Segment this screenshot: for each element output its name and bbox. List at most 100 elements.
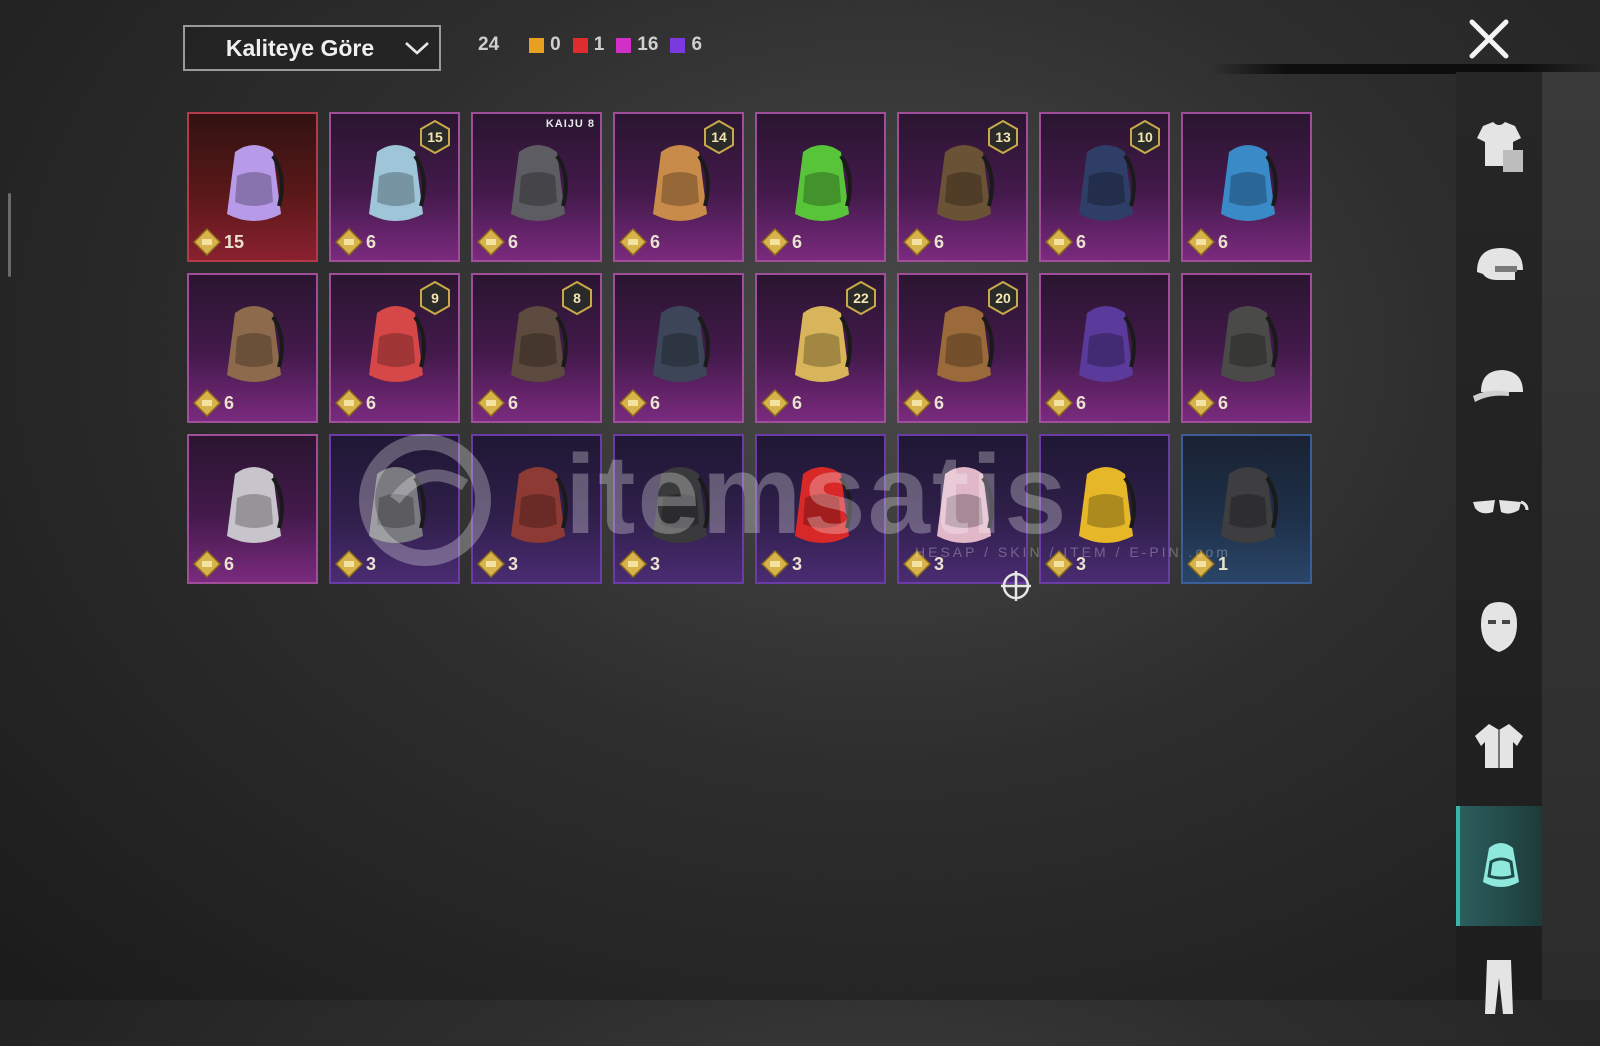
gold-diamond-icon xyxy=(761,228,789,256)
backpack-item-card[interactable]: 6 xyxy=(613,273,744,423)
item-price: 6 xyxy=(761,228,802,256)
rarity-count-value: 16 xyxy=(637,34,659,55)
backpack-grid: 15 15 6 KAIJU 8 6 14 6 6 13 6 10 6 6 6 9 6 8 6 6 22 6 20 6 6 6 6 3… xyxy=(187,112,1312,584)
backpack-item-card[interactable]: 10 6 xyxy=(1039,112,1170,262)
backpack-image-icon xyxy=(227,306,284,382)
helmet-icon xyxy=(1477,248,1523,280)
gold-diamond-icon xyxy=(1187,389,1215,417)
backpack-item-card[interactable]: 15 6 xyxy=(329,112,460,262)
backpack-image-icon xyxy=(1221,145,1278,221)
rarity-counts: 24 0 1 16 6 xyxy=(478,34,714,56)
category-jacket[interactable] xyxy=(1456,686,1542,806)
close-button[interactable] xyxy=(1466,16,1512,62)
backpack-item-card[interactable]: 14 6 xyxy=(613,112,744,262)
backpack-item-card[interactable]: 13 6 xyxy=(897,112,1028,262)
category-pants[interactable] xyxy=(1456,926,1542,1046)
backpack-item-card[interactable]: KAIJU 8 6 xyxy=(471,112,602,262)
item-price-value: 6 xyxy=(1076,231,1087,252)
backpack-image-icon xyxy=(1221,467,1278,543)
item-price: 6 xyxy=(193,389,234,417)
item-price: 6 xyxy=(1187,228,1228,256)
backpack-item-card[interactable]: 96 xyxy=(329,273,460,423)
gold-diamond-icon xyxy=(335,389,363,417)
item-price: 6 xyxy=(903,228,944,256)
right-panel-edge xyxy=(1542,72,1600,1000)
rarity-swatch xyxy=(670,37,686,53)
item-price-value: 6 xyxy=(1218,392,1229,413)
jacket-icon xyxy=(1475,724,1523,768)
item-price-value: 6 xyxy=(650,231,661,252)
backpack-item-card[interactable]: 6 xyxy=(187,273,318,423)
gold-diamond-icon xyxy=(903,228,931,256)
item-price: 3 xyxy=(335,550,376,578)
item-price-value: 6 xyxy=(224,392,235,413)
sort-dropdown-label: Kaliteye Göre xyxy=(225,34,375,61)
backpack-item-card[interactable]: 22 6 xyxy=(755,273,886,423)
item-price-value: 3 xyxy=(508,553,519,574)
backpack-item-card[interactable]: 3 xyxy=(755,434,886,584)
item-price: 6 xyxy=(1187,389,1228,417)
backpack-item-card[interactable]: 6 xyxy=(1181,273,1312,423)
backpack-item-card[interactable]: 6 xyxy=(1039,273,1170,423)
item-price: 6 xyxy=(761,389,802,417)
gold-diamond-icon xyxy=(761,550,789,578)
backpack-item-card[interactable]: 3 xyxy=(613,434,744,584)
item-price-value: 6 xyxy=(366,392,377,413)
level-badge: 8 xyxy=(562,281,592,315)
backpack-item-card[interactable]: 1 xyxy=(1181,434,1312,584)
gold-diamond-icon xyxy=(619,389,647,417)
backpack-image-icon xyxy=(653,467,710,543)
backpack-item-card[interactable]: 6 xyxy=(1181,112,1312,262)
gold-diamond-icon xyxy=(1187,228,1215,256)
backpack-item-card[interactable]: 3 xyxy=(1039,434,1170,584)
gold-diamond-icon xyxy=(335,228,363,256)
backpack-item-card[interactable]: 86 xyxy=(471,273,602,423)
level-badge: 22 xyxy=(846,281,876,315)
level-badge-value: 22 xyxy=(853,290,869,306)
level-badge: 15 xyxy=(420,120,450,154)
backpack-item-card[interactable]: 3 xyxy=(329,434,460,584)
item-price-value: 3 xyxy=(934,553,945,574)
item-price: 6 xyxy=(477,228,518,256)
backpack-image-icon xyxy=(369,467,426,543)
gold-diamond-icon xyxy=(1045,228,1073,256)
level-badge-value: 13 xyxy=(995,129,1011,145)
backpack-image-icon xyxy=(653,306,710,382)
backpack-image-icon xyxy=(795,467,852,543)
item-price-value: 6 xyxy=(792,231,803,252)
backpack-item-card[interactable]: 3 xyxy=(471,434,602,584)
item-price-value: 15 xyxy=(224,231,245,252)
backpack-image-icon xyxy=(1079,306,1136,382)
level-badge-value: 10 xyxy=(1137,129,1153,145)
backpack-item-card[interactable]: 20 6 xyxy=(897,273,1028,423)
item-price-value: 6 xyxy=(934,231,945,252)
item-price: 3 xyxy=(477,550,518,578)
item-price-value: 6 xyxy=(650,392,661,413)
category-backpack[interactable] xyxy=(1456,806,1542,926)
item-price: 6 xyxy=(335,389,376,417)
sort-dropdown[interactable]: Kaliteye Göre xyxy=(183,25,441,71)
gold-diamond-icon xyxy=(193,228,221,256)
backpack-item-card[interactable]: 6 xyxy=(755,112,886,262)
gold-diamond-icon xyxy=(761,389,789,417)
level-badge-value: 8 xyxy=(573,290,581,306)
category-helmet[interactable] xyxy=(1456,206,1542,326)
category-glasses[interactable] xyxy=(1456,446,1542,566)
item-price-value: 3 xyxy=(792,553,803,574)
category-outfit[interactable] xyxy=(1456,86,1542,206)
backpack-item-card[interactable]: 3 xyxy=(897,434,1028,584)
level-badge: 10 xyxy=(1130,120,1160,154)
category-mask[interactable] xyxy=(1456,566,1542,686)
item-price: 6 xyxy=(1045,228,1086,256)
gold-diamond-icon xyxy=(1045,389,1073,417)
item-price: 6 xyxy=(335,228,376,256)
backpack-item-card[interactable]: 15 xyxy=(187,112,318,262)
backpack-item-card[interactable]: 6 xyxy=(187,434,318,584)
gold-diamond-icon xyxy=(903,550,931,578)
level-badge: 9 xyxy=(420,281,450,315)
gold-diamond-icon xyxy=(193,389,221,417)
category-cap[interactable] xyxy=(1456,326,1542,446)
rarity-count-mythic: 1 xyxy=(572,34,604,56)
item-price: 6 xyxy=(477,389,518,417)
rarity-count-epic: 16 xyxy=(616,34,658,56)
